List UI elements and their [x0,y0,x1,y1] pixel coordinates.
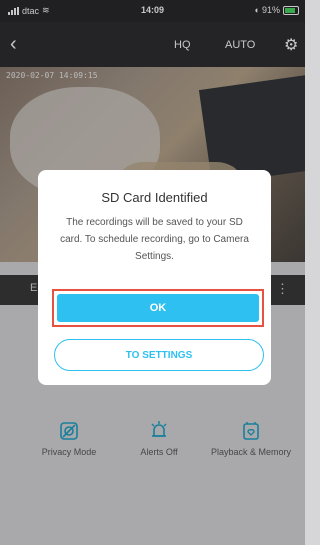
dialog-title: SD Card Identified [101,190,208,205]
to-settings-button[interactable]: TO SETTINGS [54,339,264,371]
sd-card-dialog: SD Card Identified The recordings will b… [38,170,271,385]
dialog-message: The recordings will be saved to your SD … [60,217,249,262]
ok-highlight-frame: OK [52,289,264,327]
ok-button[interactable]: OK [57,294,259,322]
